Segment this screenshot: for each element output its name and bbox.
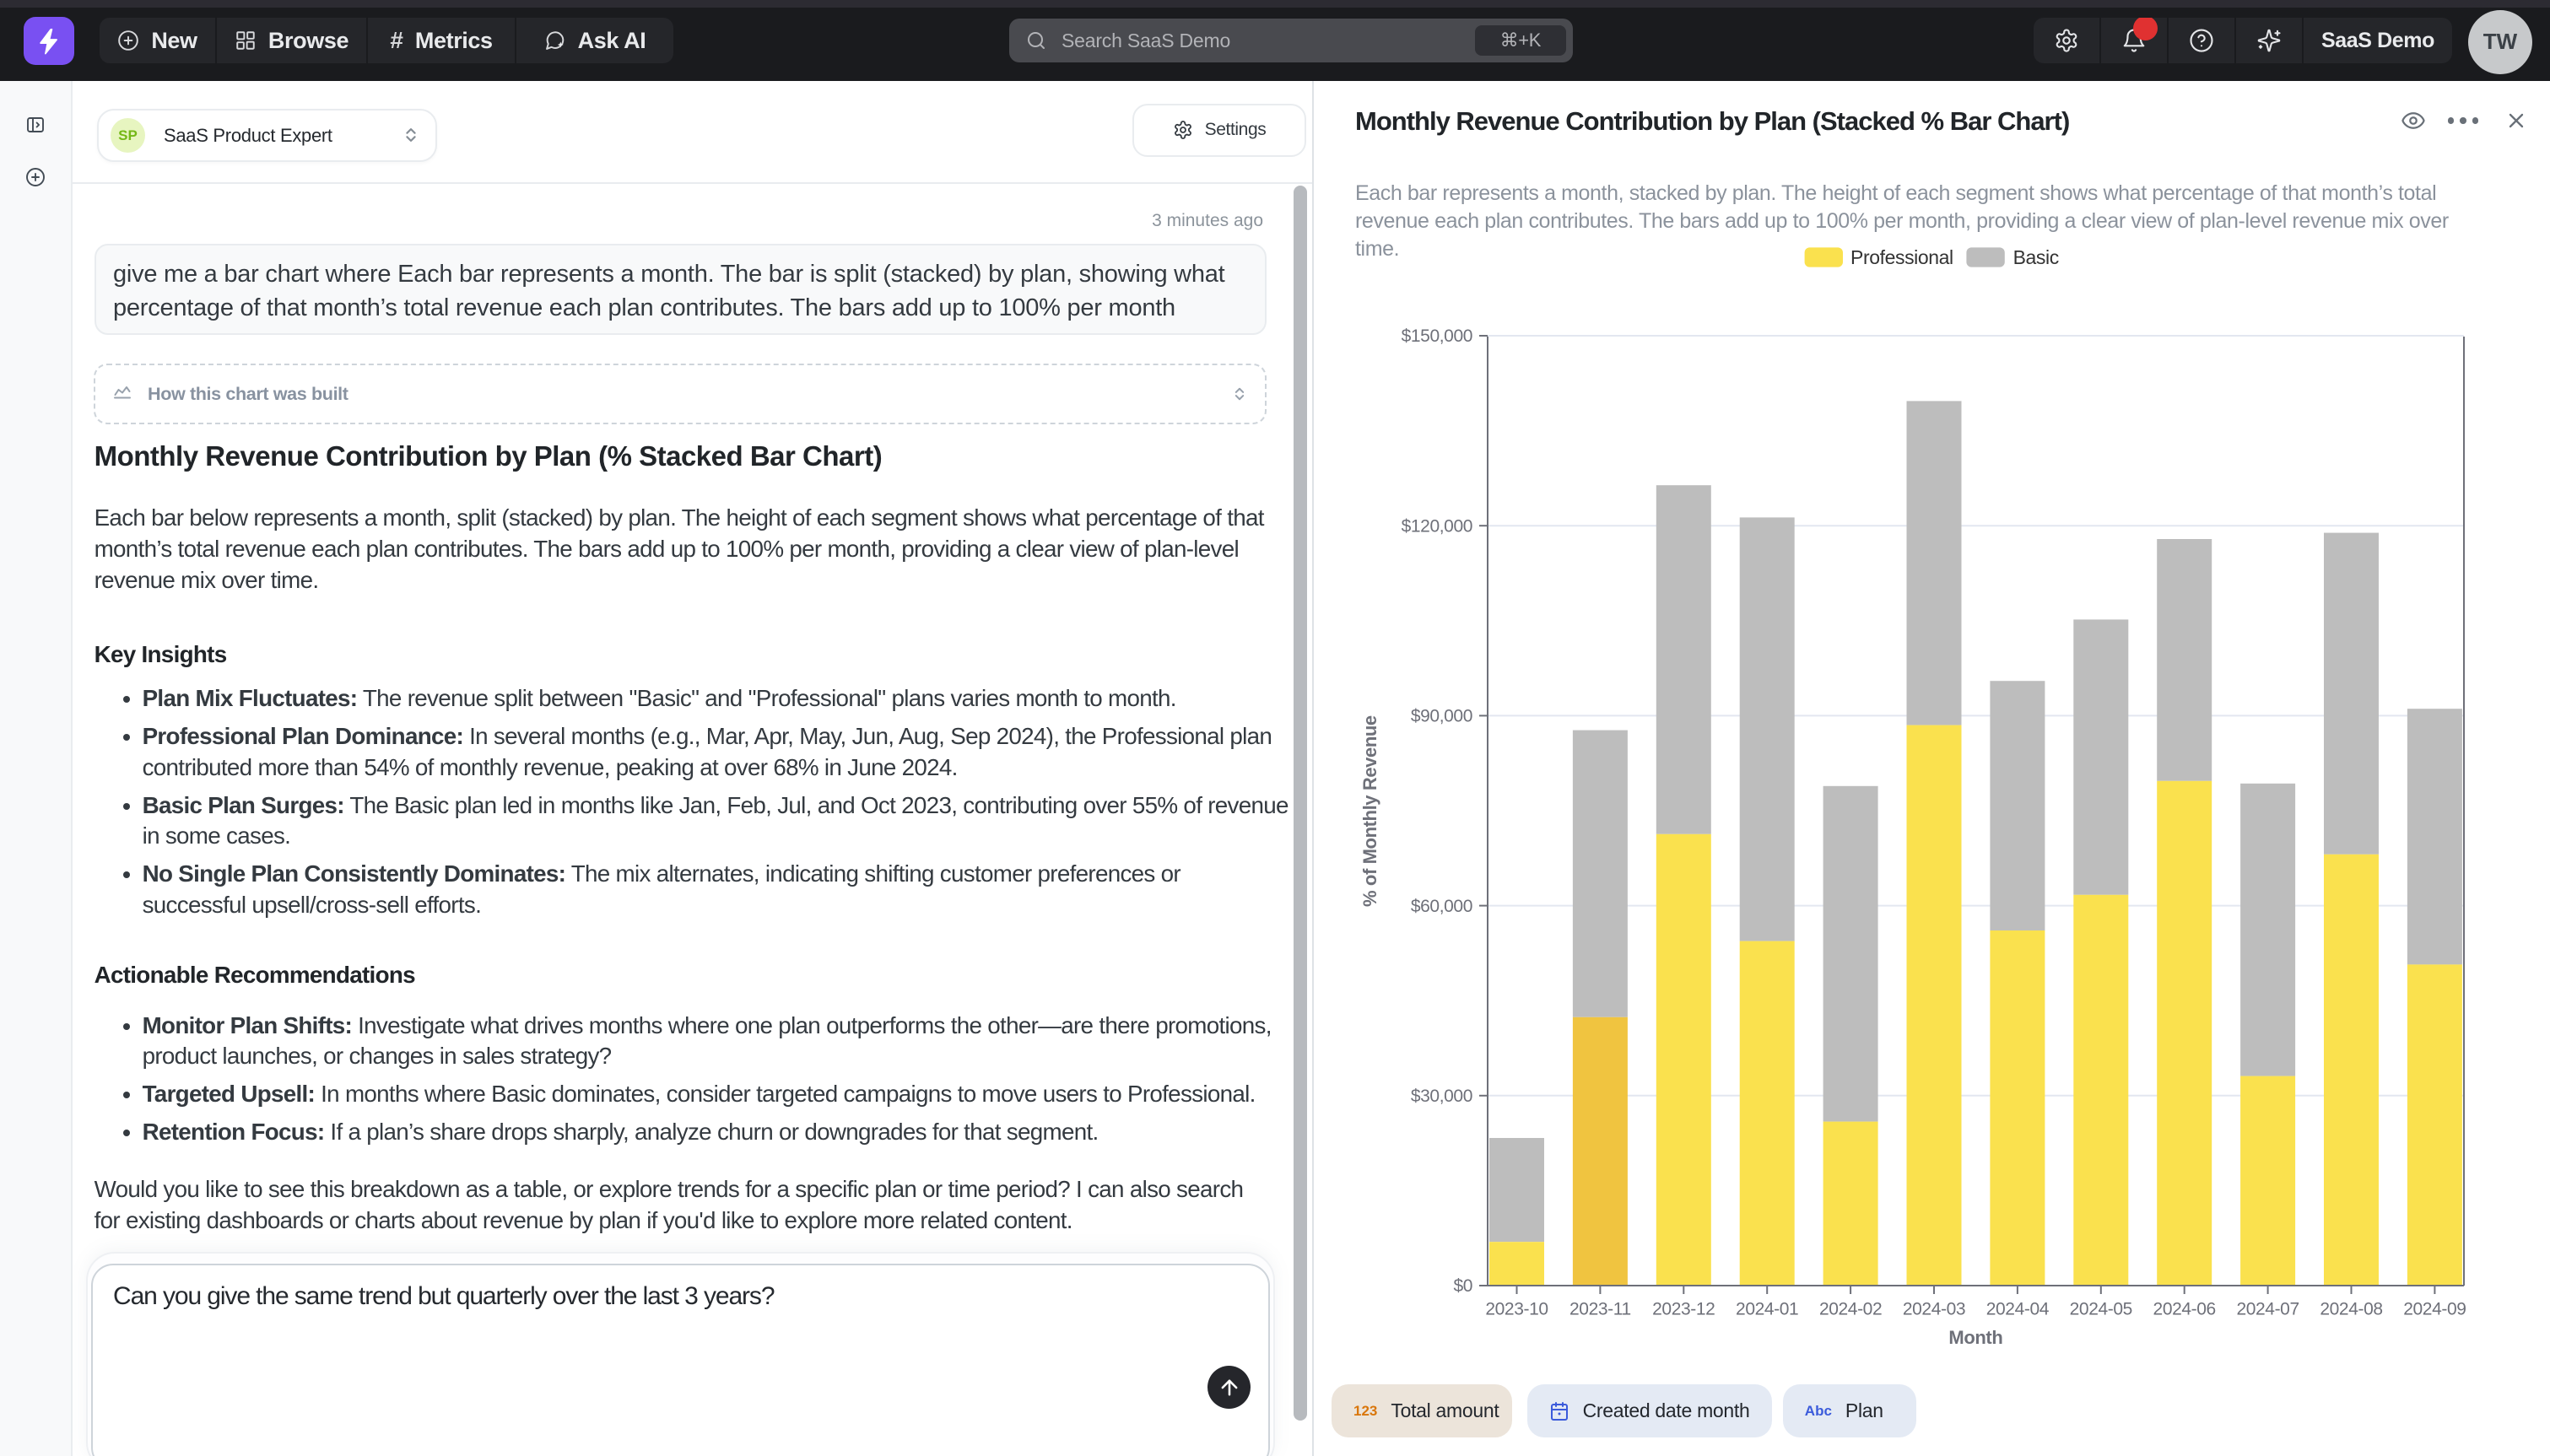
svg-text:2024-07: 2024-07 <box>2236 1299 2299 1318</box>
svg-text:$90,000: $90,000 <box>1411 707 1472 726</box>
svg-text:2024-06: 2024-06 <box>2153 1299 2216 1318</box>
svg-text:2024-01: 2024-01 <box>1736 1299 1798 1318</box>
svg-text:% of Monthly Revenue: % of Monthly Revenue <box>1359 715 1380 907</box>
svg-text:$0: $0 <box>1453 1276 1472 1296</box>
svg-text:2024-02: 2024-02 <box>1819 1299 1882 1318</box>
svg-text:$150,000: $150,000 <box>1402 326 1472 346</box>
svg-text:2023-10: 2023-10 <box>1485 1299 1548 1318</box>
svg-text:$30,000: $30,000 <box>1411 1087 1472 1106</box>
svg-text:2024-04: 2024-04 <box>1986 1299 2050 1318</box>
svg-text:2024-05: 2024-05 <box>2070 1299 2132 1318</box>
svg-text:$120,000: $120,000 <box>1402 516 1472 536</box>
svg-text:2024-03: 2024-03 <box>1903 1299 1965 1318</box>
svg-text:2024-09: 2024-09 <box>2403 1299 2466 1318</box>
svg-text:Basic: Basic <box>2013 246 2059 268</box>
svg-text:2024-08: 2024-08 <box>2320 1299 2382 1318</box>
svg-text:Month: Month <box>1948 1327 2002 1348</box>
svg-text:Professional: Professional <box>1850 246 1953 268</box>
svg-text:2023-11: 2023-11 <box>1569 1299 1631 1318</box>
svg-text:$60,000: $60,000 <box>1411 897 1472 916</box>
svg-text:2023-12: 2023-12 <box>1652 1299 1715 1318</box>
